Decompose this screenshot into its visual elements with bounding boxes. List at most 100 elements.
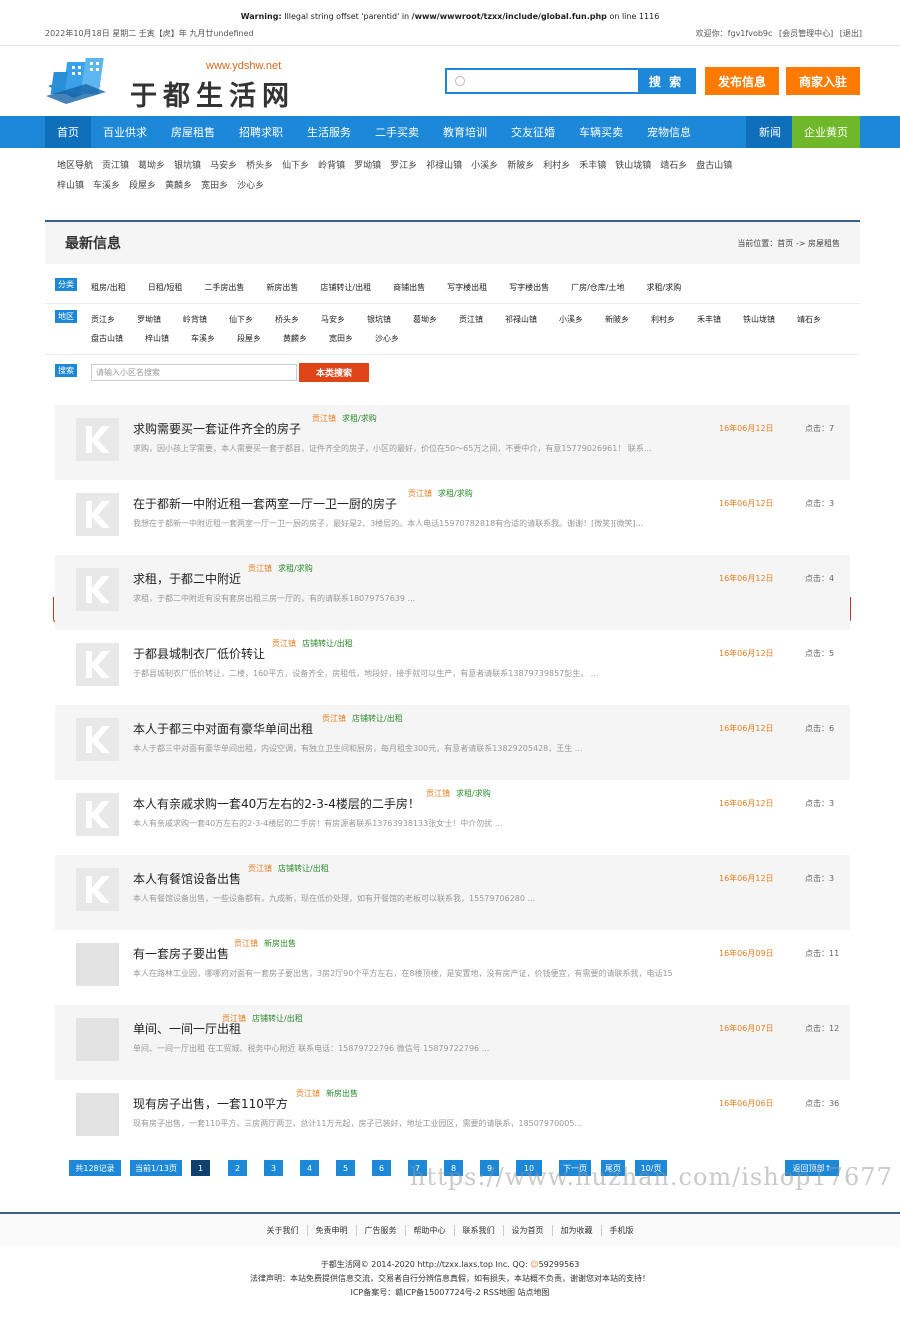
town-link[interactable]: 罗坳镇 <box>354 156 381 176</box>
area-option[interactable]: 贡江镇 <box>459 310 483 329</box>
footer-link[interactable]: 广告服务 <box>357 1224 406 1236</box>
area-option[interactable]: 贡江乡 <box>91 310 115 329</box>
listing-row[interactable]: 在于都新一中附近租一套两室一厅一卫一厨的房子 贡江镇 求租/求购 我想在于都新一中附近… <box>55 480 850 555</box>
footer-link[interactable]: 加为收藏 <box>553 1224 602 1236</box>
listing-title[interactable]: 于都县城制衣厂低价转让 <box>133 645 265 662</box>
listing-title[interactable]: 本人有亲戚求购一套40万左右的2-3-4楼层的二手房！ <box>133 795 420 812</box>
category-option[interactable]: 商铺出售 <box>393 278 425 297</box>
nav-secondhand[interactable]: 二手买卖 <box>363 116 431 148</box>
listing-row[interactable]: 单间、一间一厅出租 贡江镇 店铺转让/出租 单间、一间一厅出租 在工贸城、税务中心附近… <box>55 1005 850 1080</box>
footer-link[interactable]: 设为首页 <box>504 1224 553 1236</box>
listing-title[interactable]: 现有房子出售，一套110平方 <box>133 1095 288 1112</box>
area-option[interactable]: 沙心乡 <box>375 329 399 348</box>
listing-title[interactable]: 本人于都三中对面有豪华单间出租 <box>133 720 313 737</box>
nav-pets[interactable]: 宠物信息 <box>635 116 703 148</box>
listing-row[interactable]: 本人于都三中对面有豪华单间出租 贡江镇 店铺转让/出租 本人于都三中对面有豪华单间出租… <box>55 705 850 780</box>
listing-row[interactable]: 有一套房子要出售 贡江镇 新房出售 本人在路林工业园，哪哪府对面有一套房子要出售，3房… <box>55 930 850 1005</box>
town-link[interactable]: 银坑镇 <box>174 156 201 176</box>
footer-link[interactable]: 关于我们 <box>259 1224 308 1236</box>
town-link[interactable]: 盘古山镇 <box>696 156 732 176</box>
town-link[interactable]: 梓山镇 <box>57 176 84 196</box>
search-input[interactable] <box>447 70 638 92</box>
area-option[interactable]: 黄麟乡 <box>283 329 307 348</box>
nav-life[interactable]: 生活服务 <box>295 116 363 148</box>
listing-title[interactable]: 本人有餐馆设备出售 <box>133 870 241 887</box>
nav-dating[interactable]: 交友征婚 <box>499 116 567 148</box>
town-link[interactable]: 铁山垅镇 <box>615 156 651 176</box>
listing-title[interactable]: 有一套房子要出售 <box>133 945 229 962</box>
nav-jobs[interactable]: 招聘求职 <box>227 116 295 148</box>
listing-row[interactable]: 求租，于都二中附近 贡江镇 求租/求购 求租，于都二中附近有没有套房出租三房一厅的，有… <box>55 555 850 630</box>
page-3[interactable]: 3 <box>264 1160 283 1176</box>
category-option[interactable]: 厂房/仓库/土地 <box>571 278 624 297</box>
area-option[interactable]: 车溪乡 <box>191 329 215 348</box>
town-link[interactable]: 利村乡 <box>543 156 570 176</box>
footer-link[interactable]: 联系我们 <box>455 1224 504 1236</box>
area-option[interactable]: 段屋乡 <box>237 329 261 348</box>
footer-link[interactable]: 免责申明 <box>308 1224 357 1236</box>
category-option[interactable]: 新房出售 <box>266 278 298 297</box>
town-link[interactable]: 马安乡 <box>210 156 237 176</box>
listing-title[interactable]: 在于都新一中附近租一套两室一厅一卫一厨的房子 <box>133 495 397 512</box>
listing-row[interactable]: 现有房子出售，一套110平方 贡江镇 新房出售 现有房子出售，一套110平方，三房两厅… <box>55 1080 850 1155</box>
town-link[interactable]: 黄麟乡 <box>165 176 192 196</box>
page-6[interactable]: 6 <box>372 1160 391 1176</box>
area-option[interactable]: 桥头乡 <box>275 310 299 329</box>
area-option[interactable]: 宽田乡 <box>329 329 353 348</box>
category-option[interactable]: 租房/出租 <box>91 278 126 297</box>
site-logo[interactable]: www.ydshw.net 于都生活网 <box>46 56 306 112</box>
town-link[interactable]: 靖石乡 <box>660 156 687 176</box>
area-option[interactable]: 罗坳镇 <box>137 310 161 329</box>
area-option[interactable]: 利村乡 <box>651 310 675 329</box>
listing-title[interactable]: 求租，于都二中附近 <box>133 570 241 587</box>
nav-education[interactable]: 教育培训 <box>431 116 499 148</box>
footer-link[interactable]: 帮助中心 <box>406 1224 455 1236</box>
town-link[interactable]: 罗江乡 <box>390 156 417 176</box>
town-link[interactable]: 小溪乡 <box>471 156 498 176</box>
area-option[interactable]: 银坑镇 <box>367 310 391 329</box>
footer-link[interactable]: 手机版 <box>602 1225 642 1236</box>
town-link[interactable]: 宽田乡 <box>201 176 228 196</box>
area-option[interactable]: 岭背镇 <box>183 310 207 329</box>
area-option[interactable]: 禾丰镇 <box>697 310 721 329</box>
town-link[interactable]: 贡江镇 <box>102 156 129 176</box>
town-link[interactable]: 新陂乡 <box>507 156 534 176</box>
category-option[interactable]: 求租/求购 <box>647 278 682 297</box>
listing-row[interactable]: 本人有餐馆设备出售 贡江镇 店铺转让/出租 本人有餐馆设备出售，一些设备都有，九成新，… <box>55 855 850 930</box>
nav-news[interactable]: 新闻 <box>746 116 794 148</box>
area-option[interactable]: 葛坳乡 <box>413 310 437 329</box>
category-option[interactable]: 二手房出售 <box>204 278 244 297</box>
town-link[interactable]: 沙心乡 <box>237 176 264 196</box>
keyword-input[interactable]: 请输入小区名搜索 <box>91 364 297 381</box>
town-link[interactable]: 桥头乡 <box>246 156 273 176</box>
merchant-join-button[interactable]: 商家入驻 <box>786 67 860 95</box>
area-option[interactable]: 祁禄山镇 <box>505 310 537 329</box>
page-2[interactable]: 2 <box>228 1160 247 1176</box>
town-link[interactable]: 仙下乡 <box>282 156 309 176</box>
listing-title[interactable]: 求购需要买一套证件齐全的房子 <box>133 420 301 437</box>
area-option[interactable]: 梓山镇 <box>145 329 169 348</box>
page-4[interactable]: 4 <box>300 1160 319 1176</box>
listing-row[interactable]: 求购需要买一套证件齐全的房子 贡江镇 求租/求购 求购，因小孩上学需要，本人需要买一套… <box>55 405 850 480</box>
category-option[interactable]: 日租/短租 <box>148 278 183 297</box>
listing-row[interactable]: 本人有亲戚求购一套40万左右的2-3-4楼层的二手房！ 贡江镇 求租/求购 本人有亲戚… <box>55 780 850 855</box>
page-1[interactable]: 1 <box>191 1160 210 1176</box>
category-option[interactable]: 店铺转让/出租 <box>320 278 371 297</box>
area-option[interactable]: 靖石乡 <box>797 310 821 329</box>
area-option[interactable]: 盘古山镇 <box>91 329 123 348</box>
nav-housing[interactable]: 房屋租售 <box>159 116 227 148</box>
nav-cars[interactable]: 车辆买卖 <box>567 116 635 148</box>
category-option[interactable]: 写字楼出租 <box>447 278 487 297</box>
nav-business[interactable]: 百业供求 <box>91 116 159 148</box>
town-link[interactable]: 段屋乡 <box>129 176 156 196</box>
publish-button[interactable]: 发布信息 <box>705 67 779 95</box>
nav-home[interactable]: 首页 <box>45 116 91 148</box>
nav-yellow-pages[interactable]: 企业黄页 <box>792 116 860 148</box>
logout-link[interactable]: [退出] <box>840 29 862 38</box>
area-option[interactable]: 新陂乡 <box>605 310 629 329</box>
area-option[interactable]: 小溪乡 <box>559 310 583 329</box>
search-button[interactable]: 搜 索 <box>638 70 694 92</box>
town-link[interactable]: 禾丰镇 <box>579 156 606 176</box>
member-center-link[interactable]: [会员管理中心] <box>779 29 833 38</box>
area-option[interactable]: 仙下乡 <box>229 310 253 329</box>
